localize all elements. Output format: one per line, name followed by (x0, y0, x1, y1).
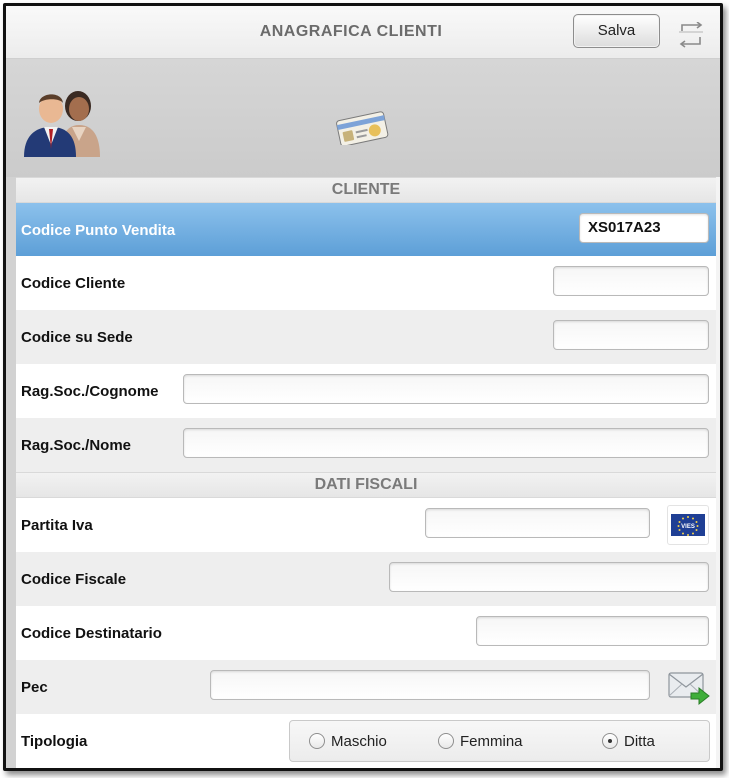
row-pec: Pec (16, 660, 716, 714)
codice-fiscale-input[interactable] (389, 562, 709, 592)
send-mail-icon[interactable] (667, 668, 711, 706)
row-partita-iva: Partita Iva VIES (16, 498, 716, 552)
save-button[interactable]: Salva (573, 14, 660, 48)
codice-destinatario-label: Codice Destinatario (21, 625, 162, 642)
section-header-cliente: CLIENTE (16, 177, 716, 203)
partita-iva-input[interactable] (425, 508, 650, 538)
row-codice-fiscale: Codice Fiscale (16, 552, 716, 606)
partita-iva-label: Partita Iva (21, 517, 93, 534)
id-card-icon[interactable] (334, 111, 390, 145)
radio-ditta-label: Ditta (624, 733, 655, 750)
radio-ditta-circle (602, 733, 618, 749)
row-codice-cliente: Codice Cliente (16, 256, 716, 310)
row-codice-destinatario: Codice Destinatario (16, 606, 716, 660)
rotate-screen-icon[interactable] (676, 22, 706, 48)
eu-flag-icon: VIES (671, 514, 705, 536)
row-rag-soc-nome: Rag.Soc./Nome (16, 418, 716, 472)
rag-soc-nome-input[interactable] (183, 428, 709, 458)
codice-cliente-input[interactable] (553, 266, 709, 296)
radio-maschio-circle (309, 733, 325, 749)
tipologia-label: Tipologia (21, 733, 88, 750)
customers-icon[interactable] (20, 79, 106, 157)
codice-punto-vendita-label: Codice Punto Vendita (21, 222, 176, 239)
vies-button[interactable]: VIES (667, 505, 709, 545)
section-header-dati-fiscali: DATI FISCALI (16, 472, 716, 498)
radio-femmina-label: Femmina (460, 733, 523, 750)
row-rag-soc-cognome: Rag.Soc./Cognome (16, 364, 716, 418)
left-rail (6, 177, 16, 768)
tipologia-radio-group: Maschio Femmina Ditta (289, 720, 710, 762)
codice-fiscale-label: Codice Fiscale (21, 571, 127, 588)
row-tipologia: Tipologia Maschio Femmina Ditta (16, 714, 716, 768)
pec-input[interactable] (210, 670, 650, 700)
codice-destinatario-input[interactable] (476, 616, 709, 646)
rag-soc-cognome-label: Rag.Soc./Cognome (21, 383, 159, 400)
form-list: CLIENTE Codice Punto Vendita XS017A23 Co… (16, 177, 716, 768)
codice-su-sede-input[interactable] (553, 320, 709, 350)
rag-soc-nome-label: Rag.Soc./Nome (21, 437, 132, 454)
codice-su-sede-label: Codice su Sede (21, 329, 133, 346)
radio-femmina-circle (438, 733, 454, 749)
app-window: ANAGRAFICA CLIENTI Salva CLIENTE Codice … (3, 3, 723, 771)
codice-cliente-label: Codice Cliente (21, 275, 126, 292)
row-codice-punto-vendita[interactable]: Codice Punto Vendita XS017A23 (16, 203, 716, 256)
row-codice-su-sede: Codice su Sede (16, 310, 716, 364)
radio-maschio-label: Maschio (331, 733, 387, 750)
vies-label: VIES (681, 524, 695, 530)
toolbar-banner (6, 59, 720, 177)
pec-label: Pec (21, 679, 48, 696)
rag-soc-cognome-input[interactable] (183, 374, 709, 404)
title-bar: ANAGRAFICA CLIENTI Salva (6, 6, 720, 59)
codice-punto-vendita-field[interactable]: XS017A23 (579, 213, 709, 243)
